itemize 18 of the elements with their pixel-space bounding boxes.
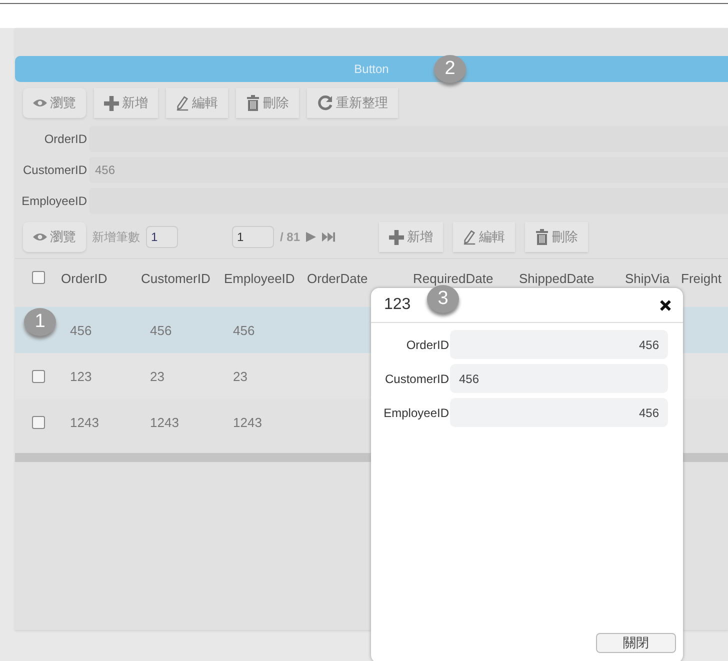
field-label: OrderID: [405, 338, 449, 352]
table-cell-text: 1243: [232, 414, 263, 430]
field-label: EmployeeID: [382, 406, 449, 420]
dialog-title: 123: [384, 296, 411, 314]
table-cell-text: 1243: [69, 414, 100, 430]
field-label: OrderID: [43, 132, 87, 146]
field-label: EmployeeID: [20, 194, 87, 208]
table-cell-text: 23: [232, 368, 248, 384]
page-total: / 81: [280, 230, 300, 244]
table-cell-text: 456: [69, 322, 93, 338]
table-cell-text: 456: [149, 322, 173, 338]
table-cell-text: 23: [149, 368, 166, 384]
add-count-label: 新增筆數: [92, 228, 140, 246]
field-label: CustomerID: [22, 163, 87, 177]
field-label: CustomerID: [384, 372, 449, 386]
table-cell-text: 456: [232, 322, 256, 338]
table-cell-text: 123: [69, 368, 93, 384]
table-cell-text: 1243: [149, 414, 180, 430]
